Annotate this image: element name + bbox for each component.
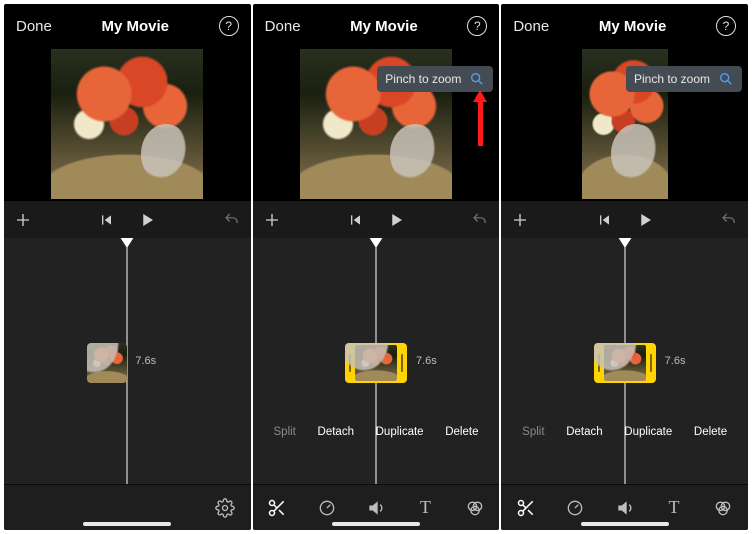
plus-icon[interactable] (511, 211, 529, 229)
screenshot-1: Done My Movie ? (4, 4, 251, 530)
done-button[interactable]: Done (513, 18, 549, 35)
project-title: My Movie (102, 18, 170, 35)
text-icon[interactable]: T (411, 494, 439, 522)
scissors-icon[interactable] (512, 494, 540, 522)
done-button[interactable]: Done (265, 18, 301, 35)
tool-labels: Split Detach Duplicate Delete (501, 426, 748, 444)
clip-duration-label: 7.6s (665, 355, 686, 367)
done-button[interactable]: Done (16, 18, 52, 35)
preview-area[interactable] (4, 48, 251, 200)
pinch-to-zoom-hint[interactable]: Pinch to zoom (626, 66, 742, 92)
pinch-hint-label: Pinch to zoom (634, 72, 710, 86)
play-icon[interactable] (636, 211, 654, 229)
clip-thumbnail[interactable] (87, 343, 127, 383)
text-icon[interactable]: T (660, 494, 688, 522)
play-icon[interactable] (387, 211, 405, 229)
split-label: Split (522, 426, 544, 438)
home-indicator[interactable] (581, 522, 669, 526)
clip-duration-label: 7.6s (416, 355, 437, 367)
volume-icon[interactable] (362, 494, 390, 522)
duplicate-label: Duplicate (376, 426, 424, 438)
top-bar: Done My Movie ? (4, 4, 251, 48)
play-icon[interactable] (138, 211, 156, 229)
annotation-arrow (473, 90, 487, 146)
home-indicator[interactable] (332, 522, 420, 526)
transport-bar (253, 200, 500, 238)
undo-icon[interactable] (720, 211, 738, 229)
top-bar: Done My Movie ? (501, 4, 748, 48)
speedometer-icon[interactable] (561, 494, 589, 522)
playhead-knob[interactable] (369, 238, 383, 248)
magnifier-icon[interactable] (469, 71, 485, 87)
delete-label: Delete (694, 426, 727, 438)
project-title: My Movie (599, 18, 667, 35)
filters-icon[interactable] (461, 494, 489, 522)
playhead-knob[interactable] (120, 238, 134, 248)
pinch-to-zoom-hint[interactable]: Pinch to zoom (377, 66, 493, 92)
speedometer-icon[interactable] (313, 494, 341, 522)
help-icon[interactable]: ? (716, 16, 736, 36)
gear-icon[interactable] (211, 494, 239, 522)
top-bar: Done My Movie ? (253, 4, 500, 48)
preview-video (51, 49, 203, 199)
screenshot-3: Done My Movie ? Pinch to zoom (501, 4, 748, 530)
project-title: My Movie (350, 18, 418, 35)
split-label: Split (274, 426, 296, 438)
transport-bar (4, 200, 251, 238)
timeline[interactable]: 7.6s Split Detach Duplicate Delete (253, 238, 500, 484)
delete-label: Delete (445, 426, 478, 438)
volume-icon[interactable] (611, 494, 639, 522)
transport-bar (501, 200, 748, 238)
clip-thumbnail-selected[interactable] (594, 343, 656, 383)
scissors-icon[interactable] (263, 494, 291, 522)
timeline[interactable]: 7.6s (4, 238, 251, 484)
clip-thumbnail-selected[interactable] (345, 343, 407, 383)
tool-labels: Split Detach Duplicate Delete (253, 426, 500, 444)
trim-handle-right[interactable] (646, 343, 656, 383)
timeline[interactable]: 7.6s Split Detach Duplicate Delete (501, 238, 748, 484)
duplicate-label: Duplicate (624, 426, 672, 438)
magnifier-icon[interactable] (718, 71, 734, 87)
pinch-hint-label: Pinch to zoom (385, 72, 461, 86)
plus-icon[interactable] (14, 211, 32, 229)
home-indicator[interactable] (83, 522, 171, 526)
undo-icon[interactable] (471, 211, 489, 229)
clip-duration-label: 7.6s (135, 355, 156, 367)
trim-handle-right[interactable] (397, 343, 407, 383)
plus-icon[interactable] (263, 211, 281, 229)
detach-label: Detach (566, 426, 602, 438)
playhead-knob[interactable] (618, 238, 632, 248)
screenshot-2: Done My Movie ? Pinch to zoom (253, 4, 500, 530)
skip-back-icon[interactable] (596, 212, 612, 228)
filters-icon[interactable] (709, 494, 737, 522)
skip-back-icon[interactable] (347, 212, 363, 228)
skip-back-icon[interactable] (98, 212, 114, 228)
detach-label: Detach (318, 426, 354, 438)
undo-icon[interactable] (223, 211, 241, 229)
help-icon[interactable]: ? (219, 16, 239, 36)
help-icon[interactable]: ? (467, 16, 487, 36)
